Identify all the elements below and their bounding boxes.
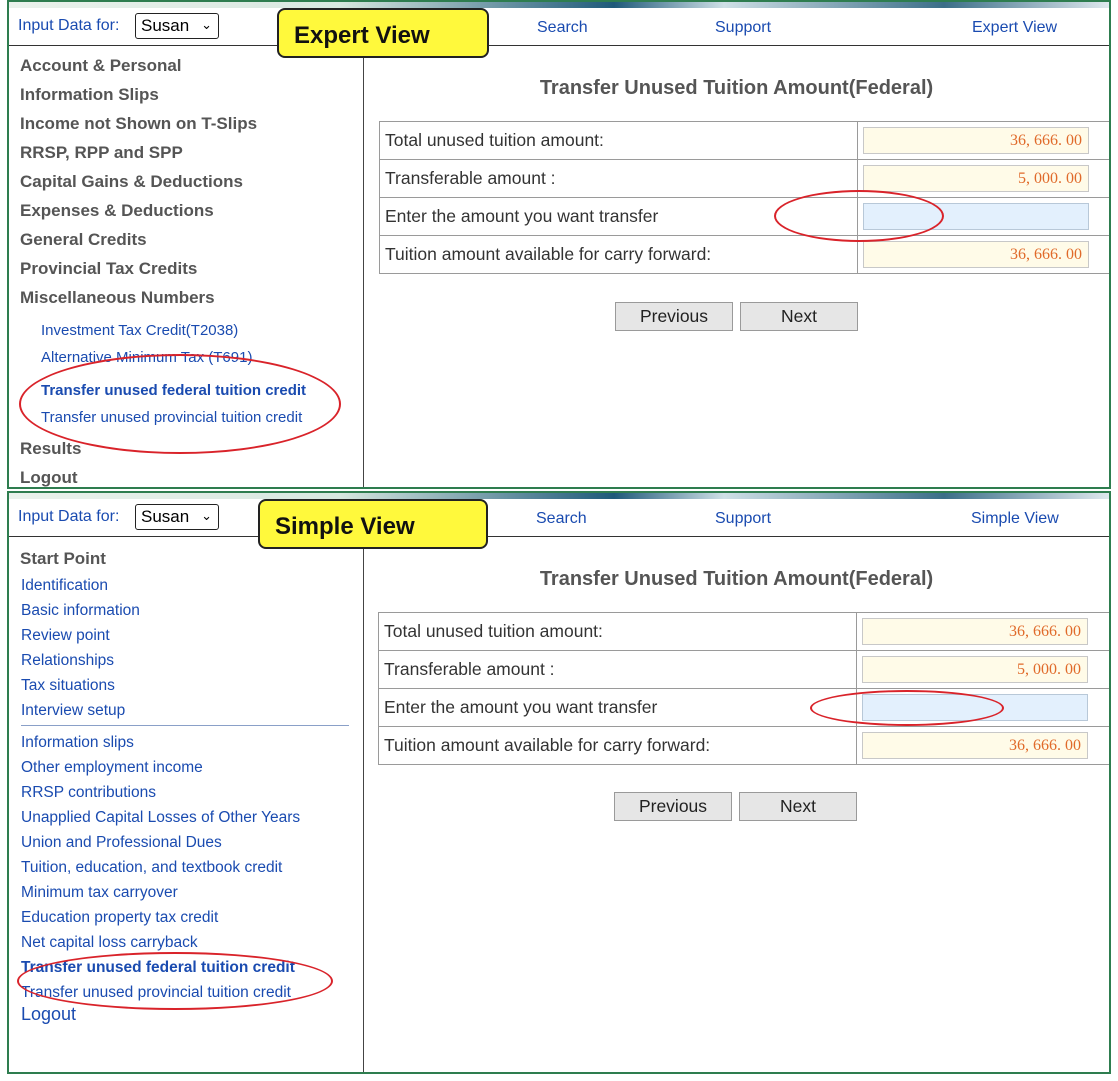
person-select[interactable]: Susan ⌄ bbox=[135, 13, 219, 39]
simple-view-panel: Input Data for: Susan ⌄ Search Support S… bbox=[7, 491, 1111, 1074]
sidebar-item[interactable]: Tuition, education, and textbook credit bbox=[21, 859, 282, 877]
sidebar-item[interactable]: Information slips bbox=[21, 734, 134, 752]
sidebar-category[interactable]: Account & Personal bbox=[20, 56, 182, 76]
view-mode-link[interactable]: Simple View bbox=[971, 510, 1059, 528]
sidebar-item[interactable]: Basic information bbox=[21, 602, 140, 620]
row-label: Enter the amount you want transfer bbox=[378, 688, 857, 727]
sidebar-subitem[interactable]: Investment Tax Credit(T2038) bbox=[41, 322, 238, 339]
view-mode-badge: Simple View bbox=[258, 499, 488, 549]
row-label: Total unused tuition amount: bbox=[378, 612, 857, 651]
search-link[interactable]: Search bbox=[536, 510, 587, 528]
previous-button[interactable]: Previous bbox=[614, 792, 732, 821]
sidebar-item[interactable]: Identification bbox=[21, 577, 108, 595]
support-link[interactable]: Support bbox=[715, 19, 771, 37]
next-button[interactable]: Next bbox=[740, 302, 858, 331]
chevron-down-icon: ⌄ bbox=[201, 508, 212, 523]
row-label: Transferable amount : bbox=[379, 159, 858, 198]
transfer-amount-input[interactable] bbox=[862, 694, 1088, 721]
sidebar-subitem[interactable]: Transfer unused provincial tuition credi… bbox=[41, 409, 302, 426]
transfer-amount-input[interactable] bbox=[863, 203, 1089, 230]
sidebar-divider bbox=[21, 725, 349, 726]
sidebar-logout[interactable]: Logout bbox=[21, 1004, 76, 1025]
sidebar-item[interactable]: Interview setup bbox=[21, 702, 125, 720]
form-title: Transfer Unused Tuition Amount(Federal) bbox=[539, 77, 934, 99]
sidebar-category[interactable]: Information Slips bbox=[20, 85, 159, 105]
form-title: Transfer Unused Tuition Amount(Federal) bbox=[539, 568, 934, 590]
row-label: Tuition amount available for carry forwa… bbox=[379, 235, 858, 274]
sidebar-item[interactable]: Education property tax credit bbox=[21, 909, 218, 927]
main-content: Transfer Unused Tuition Amount(Federal) … bbox=[364, 46, 1109, 487]
sidebar-heading: Start Point bbox=[20, 549, 106, 568]
row-label: Transferable amount : bbox=[378, 650, 857, 689]
table-row: Transferable amount : 5, 000. 00 bbox=[379, 159, 1109, 198]
transferable-amount-field: 5, 000. 00 bbox=[863, 165, 1089, 192]
row-label: Enter the amount you want transfer bbox=[379, 197, 858, 236]
sidebar-item[interactable]: Relationships bbox=[21, 652, 114, 670]
sidebar-item[interactable]: RRSP contributions bbox=[21, 784, 156, 802]
expert-view-panel: Input Data for: Susan ⌄ Search Support E… bbox=[7, 0, 1111, 489]
sidebar-item[interactable]: Minimum tax carryover bbox=[21, 884, 178, 902]
sidebar-category[interactable]: RRSP, RPP and SPP bbox=[20, 143, 183, 163]
sidebar-logout[interactable]: Logout bbox=[20, 468, 78, 487]
top-bar: Input Data for: Susan ⌄ Search Support S… bbox=[9, 499, 1109, 537]
table-row: Total unused tuition amount: 36, 666. 00 bbox=[378, 612, 1109, 651]
sidebar-item[interactable]: Unapplied Capital Losses of Other Years bbox=[21, 809, 300, 827]
sidebar-category[interactable]: Income not Shown on T-Slips bbox=[20, 114, 257, 134]
row-label: Total unused tuition amount: bbox=[379, 121, 858, 160]
carry-forward-amount-field: 36, 666. 00 bbox=[863, 241, 1089, 268]
support-link[interactable]: Support bbox=[715, 510, 771, 528]
sidebar: Start Point Identification Basic informa… bbox=[9, 537, 364, 1072]
chevron-down-icon: ⌄ bbox=[201, 17, 212, 32]
carry-forward-amount-field: 36, 666. 00 bbox=[862, 732, 1088, 759]
sidebar-item[interactable]: Review point bbox=[21, 627, 110, 645]
previous-button[interactable]: Previous bbox=[615, 302, 733, 331]
sidebar-item[interactable]: Transfer unused provincial tuition credi… bbox=[21, 984, 291, 1002]
input-data-label: Input Data for: bbox=[18, 508, 120, 525]
tuition-form-table: Total unused tuition amount: 36, 666. 00… bbox=[378, 612, 1109, 765]
table-row: Tuition amount available for carry forwa… bbox=[378, 726, 1109, 765]
person-select-value: Susan bbox=[141, 16, 190, 35]
person-select[interactable]: Susan ⌄ bbox=[135, 504, 219, 530]
table-row: Enter the amount you want transfer bbox=[378, 688, 1109, 727]
sidebar-category[interactable]: Miscellaneous Numbers bbox=[20, 288, 215, 308]
search-link[interactable]: Search bbox=[537, 19, 588, 37]
sidebar-item-active[interactable]: Transfer unused federal tuition credit bbox=[21, 959, 295, 977]
view-mode-badge: Expert View bbox=[277, 8, 489, 58]
sidebar-category[interactable]: General Credits bbox=[20, 230, 147, 250]
sidebar-results[interactable]: Results bbox=[20, 439, 81, 459]
table-row: Transferable amount : 5, 000. 00 bbox=[378, 650, 1109, 689]
view-mode-link[interactable]: Expert View bbox=[972, 19, 1057, 37]
person-select-value: Susan bbox=[141, 507, 190, 526]
sidebar-item[interactable]: Union and Professional Dues bbox=[21, 834, 222, 852]
transferable-amount-field: 5, 000. 00 bbox=[862, 656, 1088, 683]
sidebar-subitem[interactable]: Alternative Minimum Tax (T691) bbox=[41, 349, 252, 366]
table-row: Enter the amount you want transfer bbox=[379, 197, 1109, 236]
sidebar-item[interactable]: Tax situations bbox=[21, 677, 115, 695]
total-unused-amount-field: 36, 666. 00 bbox=[863, 127, 1089, 154]
row-label: Tuition amount available for carry forwa… bbox=[378, 726, 857, 765]
input-data-label: Input Data for: bbox=[18, 17, 120, 34]
top-bar: Input Data for: Susan ⌄ Search Support E… bbox=[9, 8, 1109, 46]
sidebar-category[interactable]: Expenses & Deductions bbox=[20, 201, 214, 221]
sidebar-subitem-active[interactable]: Transfer unused federal tuition credit bbox=[41, 382, 306, 399]
sidebar: Account & Personal Information Slips Inc… bbox=[9, 46, 364, 487]
total-unused-amount-field: 36, 666. 00 bbox=[862, 618, 1088, 645]
tuition-form-table: Total unused tuition amount: 36, 666. 00… bbox=[379, 121, 1109, 274]
table-row: Tuition amount available for carry forwa… bbox=[379, 235, 1109, 274]
sidebar-category[interactable]: Provincial Tax Credits bbox=[20, 259, 197, 279]
sidebar-item[interactable]: Net capital loss carryback bbox=[21, 934, 198, 952]
main-content: Transfer Unused Tuition Amount(Federal) … bbox=[364, 537, 1109, 1072]
table-row: Total unused tuition amount: 36, 666. 00 bbox=[379, 121, 1109, 160]
sidebar-item[interactable]: Other employment income bbox=[21, 759, 203, 777]
sidebar-category[interactable]: Capital Gains & Deductions bbox=[20, 172, 243, 192]
next-button[interactable]: Next bbox=[739, 792, 857, 821]
